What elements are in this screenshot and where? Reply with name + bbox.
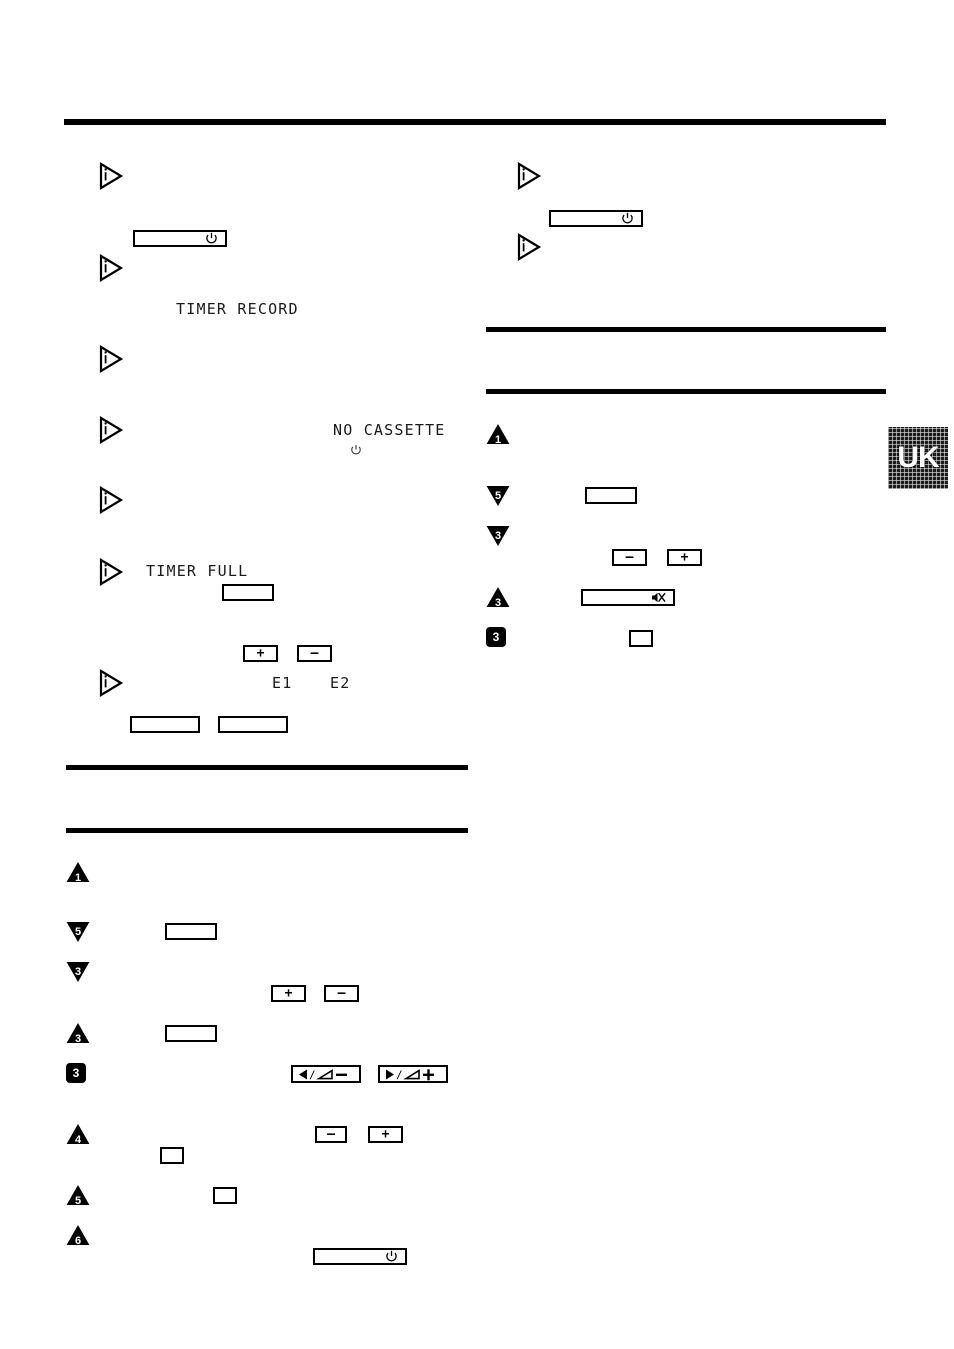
note-marker-6: [98, 558, 124, 586]
info-triangle-icon: [99, 669, 124, 697]
channel-minus-button[interactable]: –: [315, 1126, 347, 1143]
left-volume-down-button[interactable]: /: [291, 1065, 361, 1083]
power-icon: [621, 212, 634, 225]
select-button[interactable]: [165, 1025, 217, 1042]
display-no-cassette: NO CASSETTE: [333, 421, 446, 439]
manual-page: TIMER RECORD NO CASSETTE TIMER FULL E1 E2 + – 1…: [0, 0, 954, 1349]
step-marker-7: 5: [66, 1184, 90, 1207]
top-rule-left: [64, 119, 886, 125]
info-triangle-icon: [99, 345, 124, 373]
display-e2: E2: [330, 674, 351, 692]
info-triangle-icon: [99, 416, 124, 444]
note-marker-2: [98, 254, 124, 282]
blank-button-3[interactable]: [218, 716, 288, 733]
note-marker-1: [98, 162, 124, 190]
right-section-rule-1: [486, 327, 886, 332]
country-badge-label: UK: [897, 441, 939, 474]
blank-button-right[interactable]: [629, 630, 653, 647]
info-triangle-icon: [99, 558, 124, 586]
minus-button[interactable]: –: [297, 645, 332, 662]
display-e1: E1: [272, 674, 293, 692]
blank-button-2[interactable]: [130, 716, 200, 733]
step-marker-r3: 3: [486, 525, 510, 547]
step-marker-8: 6: [66, 1224, 90, 1247]
note-marker-r2: [516, 233, 542, 261]
store-button[interactable]: [213, 1187, 237, 1204]
power-icon: [385, 1250, 398, 1263]
triangle-down-icon: [486, 486, 510, 506]
info-triangle-icon: [99, 162, 124, 190]
button-label: –: [337, 986, 346, 1001]
right-volume-up-button[interactable]: /: [378, 1065, 448, 1083]
note-marker-4: [98, 416, 124, 444]
left-section-rule-2: [66, 828, 468, 833]
step-marker-r5: 3: [486, 627, 506, 647]
triangle-up-icon: [66, 862, 90, 882]
button-label: +: [256, 646, 265, 661]
triangle-down-icon: [66, 962, 90, 982]
button-label: +: [381, 1127, 390, 1142]
menu-button[interactable]: [165, 923, 217, 940]
step-marker-r4: 3: [486, 586, 510, 609]
ok-button[interactable]: [160, 1147, 184, 1164]
button-label: –: [625, 550, 634, 565]
channel-minus-button-r[interactable]: –: [612, 549, 647, 566]
info-triangle-icon: [99, 254, 124, 282]
step-marker-5: 3: [66, 1063, 86, 1083]
info-triangle-icon: [99, 486, 124, 514]
channel-plus-button-r[interactable]: +: [667, 549, 702, 566]
note-marker-r1: [516, 162, 542, 190]
step-number: 3: [492, 630, 500, 644]
step-marker-2: 5: [66, 921, 90, 943]
display-timer-full: TIMER FULL: [146, 562, 249, 580]
standby-button-2[interactable]: [313, 1248, 407, 1265]
triangle-up-icon: [66, 1185, 90, 1205]
button-label: –: [327, 1127, 335, 1142]
display-timer-record: TIMER RECORD: [176, 300, 299, 318]
program-plus-button[interactable]: +: [271, 985, 306, 1002]
standby-button[interactable]: [133, 230, 227, 247]
step-marker-1: 1: [66, 861, 90, 884]
country-badge-uk: UK: [888, 427, 948, 489]
triangle-up-icon: [66, 1225, 90, 1245]
menu-button-right[interactable]: [585, 487, 637, 504]
triangle-up-icon: [66, 1023, 90, 1043]
triangle-down-icon: [486, 526, 510, 546]
step-marker-r1: 1: [486, 423, 510, 446]
left-section-rule-1: [66, 765, 468, 770]
standby-button-right[interactable]: [549, 210, 643, 227]
right-section-rule-2: [486, 389, 886, 394]
button-label: –: [310, 646, 319, 661]
channel-plus-button[interactable]: +: [368, 1126, 403, 1143]
left-volume-down-icon: /: [297, 1068, 355, 1081]
right-volume-up-icon: /: [384, 1068, 442, 1081]
svg-text:/: /: [396, 1068, 403, 1081]
button-label: +: [680, 550, 689, 565]
mute-button[interactable]: [581, 589, 675, 606]
step-marker-r2: 5: [486, 485, 510, 507]
note-marker-7: [98, 669, 124, 697]
power-icon: [205, 232, 218, 245]
mute-speaker-icon: [651, 591, 666, 604]
triangle-down-icon: [66, 922, 90, 942]
step-marker-6: 4: [66, 1123, 90, 1146]
triangle-up-icon: [486, 424, 510, 444]
info-triangle-icon: [517, 162, 542, 190]
plus-button[interactable]: +: [243, 645, 278, 662]
step-marker-4: 3: [66, 1022, 90, 1045]
step-marker-3: 3: [66, 961, 90, 983]
note-marker-3: [98, 345, 124, 373]
info-triangle-icon: [517, 233, 542, 261]
note-marker-5: [98, 486, 124, 514]
step-number: 3: [72, 1066, 80, 1080]
triangle-up-icon: [66, 1124, 90, 1144]
button-label: +: [284, 986, 293, 1001]
blank-button-1[interactable]: [222, 584, 274, 601]
triangle-up-icon: [486, 587, 510, 607]
power-icon-small: [350, 444, 362, 456]
svg-text:/: /: [309, 1068, 316, 1081]
program-minus-button[interactable]: –: [324, 985, 359, 1002]
